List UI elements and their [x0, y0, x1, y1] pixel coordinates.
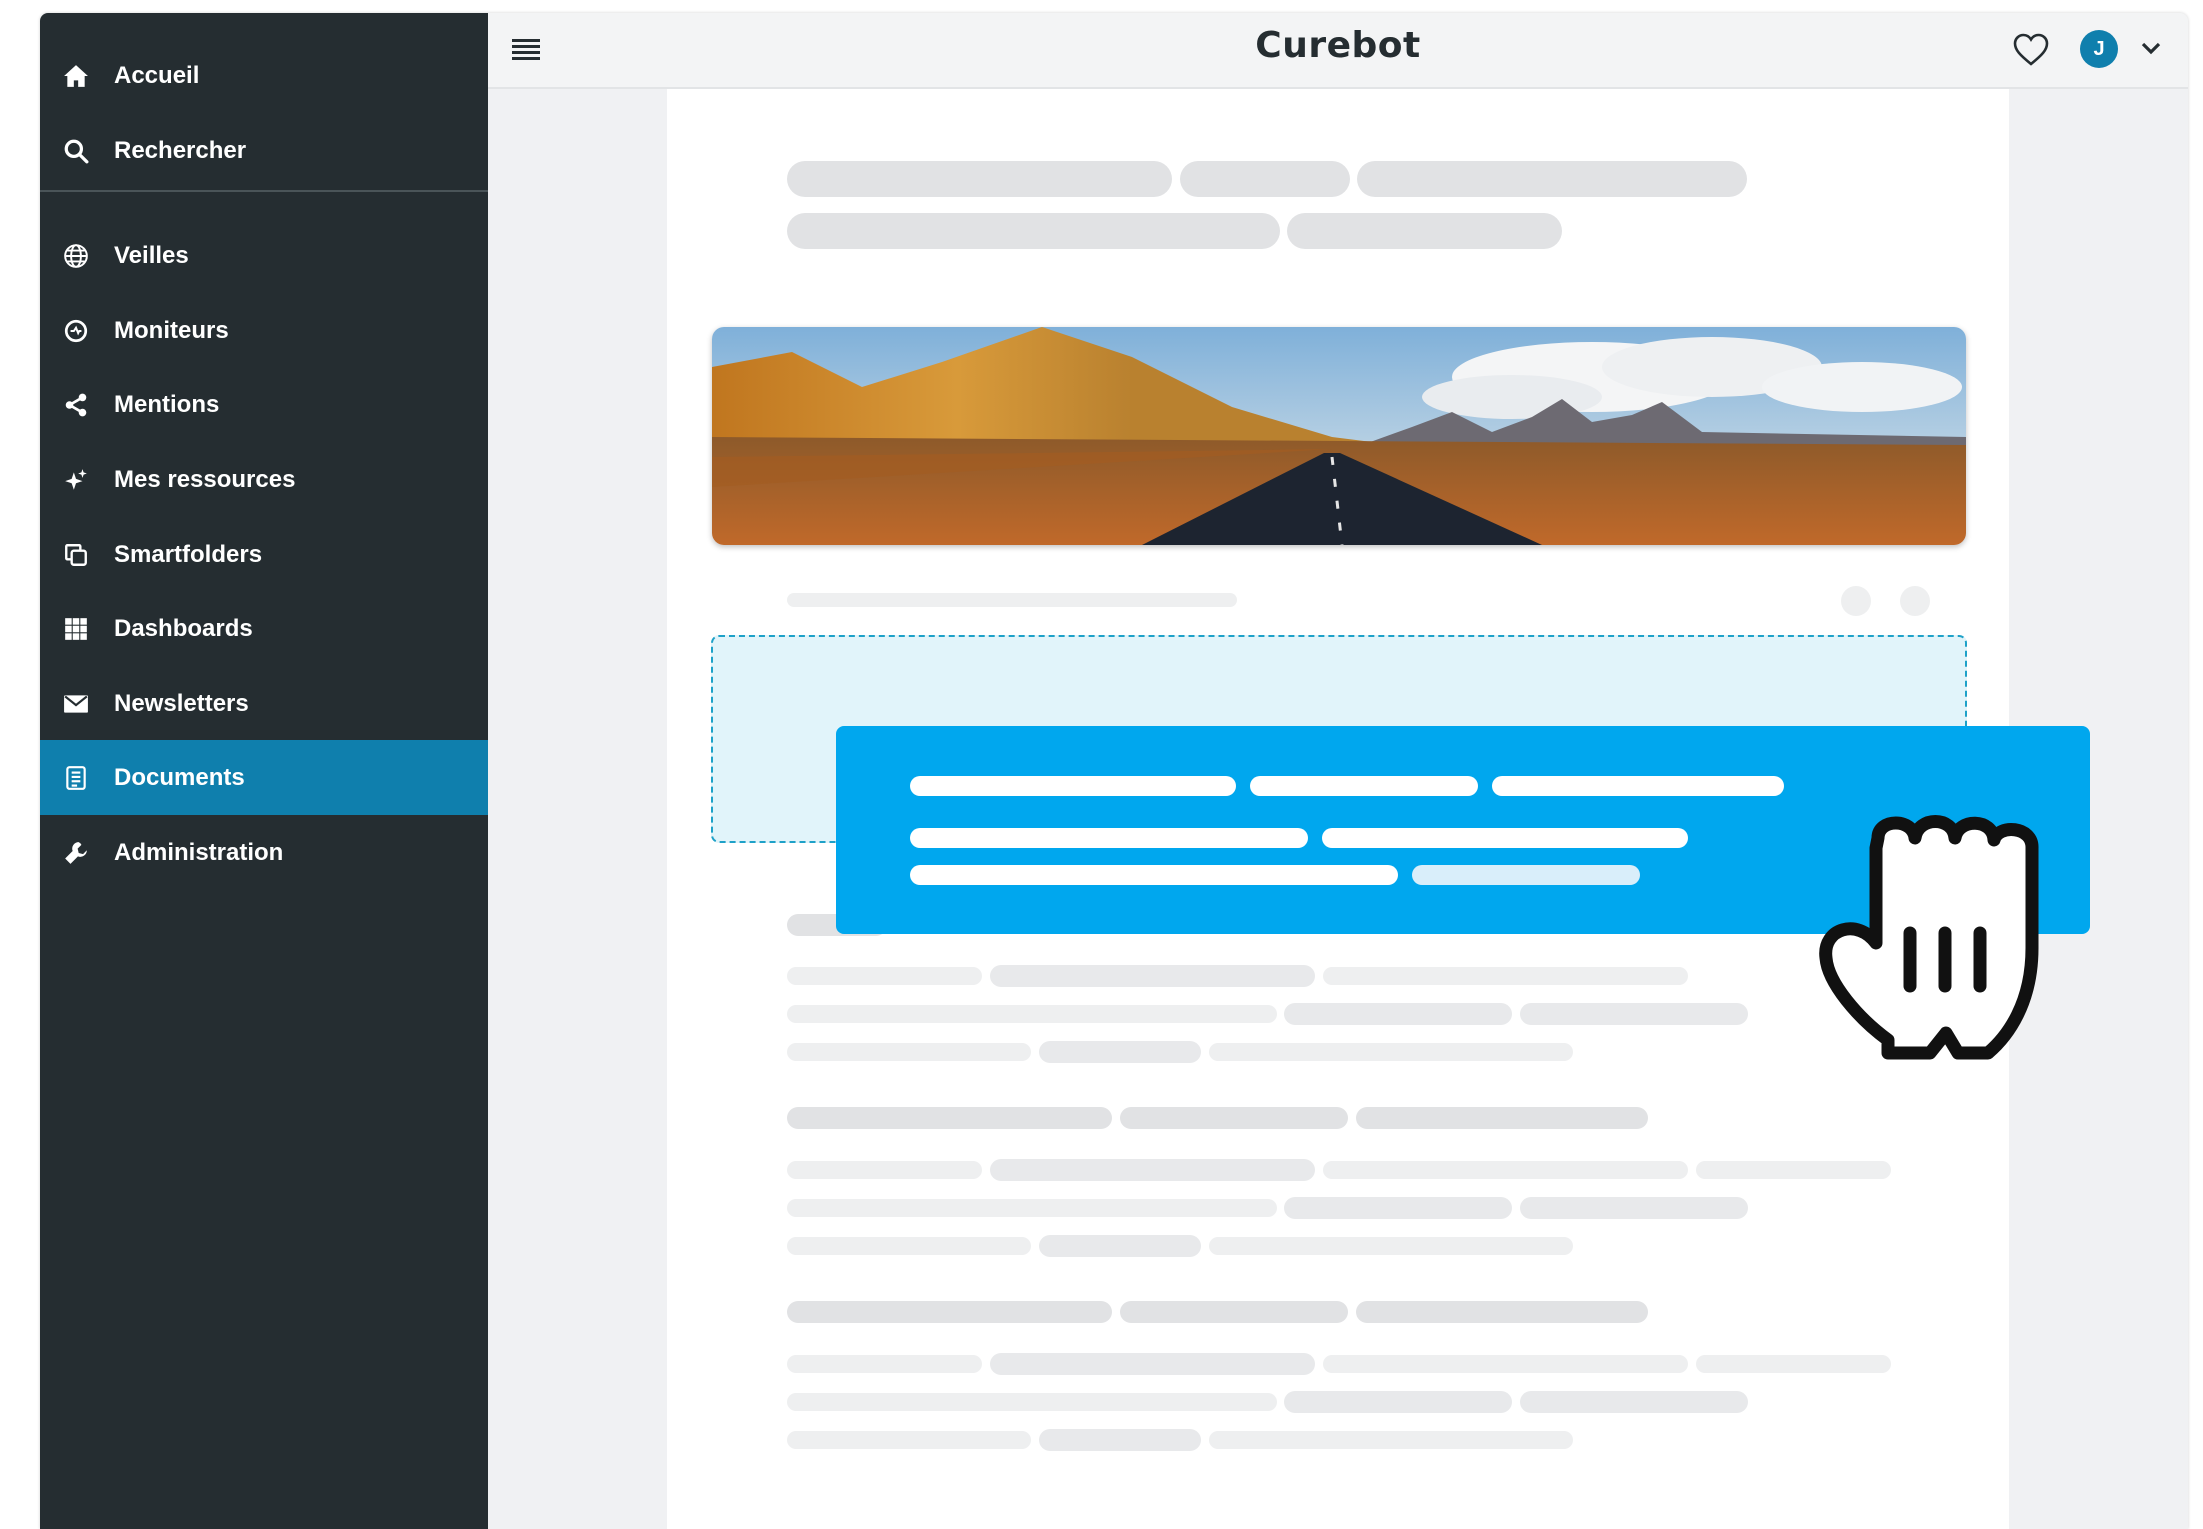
skeleton-line — [1209, 1237, 1573, 1255]
home-icon — [62, 62, 90, 90]
skeleton-line — [1412, 865, 1640, 885]
skeleton-line — [910, 828, 1308, 848]
skeleton-line — [787, 1393, 1277, 1411]
skeleton-line — [787, 1355, 982, 1373]
sidebar-item-label: Dashboards — [114, 614, 253, 642]
chevron-down-icon[interactable] — [2140, 40, 2162, 58]
skeleton-line — [1323, 1355, 1688, 1373]
sidebar-item-moniteurs[interactable]: Moniteurs — [40, 293, 488, 368]
sidebar-item-newsletters[interactable]: Newsletters — [40, 666, 488, 741]
document-icon — [62, 764, 90, 792]
skeleton-line — [910, 776, 1236, 796]
sparkle-icon — [62, 466, 90, 494]
skeleton-line — [787, 593, 1237, 607]
avatar[interactable]: J — [2080, 30, 2118, 68]
brand-logo: Curebot — [1255, 25, 1421, 66]
sidebar-item-label: Accueil — [114, 61, 200, 89]
sidebar-item-label: Mes ressources — [114, 465, 296, 493]
skeleton-line — [787, 1161, 982, 1179]
skeleton-line — [787, 1301, 1112, 1323]
sidebar-item-label: Veilles — [114, 241, 189, 269]
skeleton-line — [787, 967, 982, 985]
sidebar-item-veilles[interactable]: Veilles — [40, 218, 488, 293]
grid-icon — [62, 615, 90, 643]
skeleton-line — [1284, 1003, 1512, 1025]
skeleton-line — [1250, 776, 1478, 796]
skeleton-line — [1356, 1301, 1648, 1323]
skeleton-line — [1323, 967, 1688, 985]
skeleton-line — [1520, 1003, 1748, 1025]
sidebar-item-label: Mentions — [114, 390, 220, 418]
skeleton-line — [787, 1043, 1031, 1061]
skeleton-line — [787, 161, 1172, 197]
sidebar-item-documents[interactable]: Documents — [40, 740, 488, 815]
sidebar-item-label: Administration — [114, 838, 284, 866]
skeleton-line — [1284, 1391, 1512, 1413]
sidebar-item-label: Documents — [114, 763, 245, 791]
skeleton-line — [1520, 1391, 1748, 1413]
sidebar-item-rechercher[interactable]: Rechercher — [40, 113, 488, 188]
skeleton-line — [990, 1159, 1315, 1181]
search-icon — [62, 137, 90, 165]
sidebar-item-label: Newsletters — [114, 689, 249, 717]
skeleton-line — [1120, 1107, 1348, 1129]
sidebar-item-dashboards[interactable]: Dashboards — [40, 591, 488, 666]
skeleton-line — [787, 1431, 1031, 1449]
topbar: Curebot J — [488, 13, 2188, 89]
action-placeholder — [1841, 586, 1871, 616]
skeleton-line — [1322, 828, 1688, 848]
sidebar: Accueil Rechercher Veilles Moniteurs Men… — [40, 13, 488, 1529]
sidebar-item-mes-ressources[interactable]: Mes ressources — [40, 442, 488, 517]
sidebar-item-accueil[interactable]: Accueil — [40, 38, 488, 113]
share-icon — [62, 391, 90, 419]
skeleton-line — [1209, 1043, 1573, 1061]
sidebar-item-label: Rechercher — [114, 136, 247, 164]
skeleton-line — [1209, 1431, 1573, 1449]
sidebar-divider — [40, 190, 488, 192]
action-placeholder — [1900, 586, 1930, 616]
skeleton-line — [787, 1237, 1031, 1255]
skeleton-line — [910, 865, 1398, 885]
globe-icon — [62, 242, 90, 270]
skeleton-line — [1696, 1355, 1891, 1373]
skeleton-line — [1520, 1197, 1748, 1219]
sidebar-item-label: Smartfolders — [114, 540, 263, 568]
sidebar-item-administration[interactable]: Administration — [40, 815, 488, 890]
skeleton-line — [787, 1107, 1112, 1129]
skeleton-line — [1039, 1041, 1201, 1063]
skeleton-line — [1323, 1161, 1688, 1179]
grab-hand-icon — [1818, 808, 2098, 1078]
skeleton-line — [1356, 1107, 1648, 1129]
wrench-icon — [62, 839, 90, 867]
skeleton-line — [1492, 776, 1784, 796]
skeleton-line — [990, 965, 1315, 987]
skeleton-line — [1120, 1301, 1348, 1323]
heart-icon[interactable] — [2012, 32, 2050, 68]
copy-icon — [62, 541, 90, 569]
skeleton-line — [787, 1199, 1277, 1217]
skeleton-line — [1287, 213, 1562, 249]
skeleton-line — [1696, 1161, 1891, 1179]
skeleton-line — [787, 213, 1280, 249]
skeleton-line — [1039, 1235, 1201, 1257]
skeleton-line — [1180, 161, 1350, 197]
skeleton-line — [990, 1353, 1315, 1375]
skeleton-line — [1039, 1429, 1201, 1451]
sidebar-item-smartfolders[interactable]: Smartfolders — [40, 517, 488, 592]
sidebar-item-label: Moniteurs — [114, 316, 229, 344]
skeleton-line — [1357, 161, 1747, 197]
landscape-image — [712, 327, 1966, 545]
monitor-icon — [62, 317, 90, 345]
skeleton-line — [1284, 1197, 1512, 1219]
hero-image — [712, 327, 1966, 545]
envelope-icon — [62, 690, 90, 718]
sidebar-item-mentions[interactable]: Mentions — [40, 367, 488, 442]
skeleton-line — [787, 1005, 1277, 1023]
